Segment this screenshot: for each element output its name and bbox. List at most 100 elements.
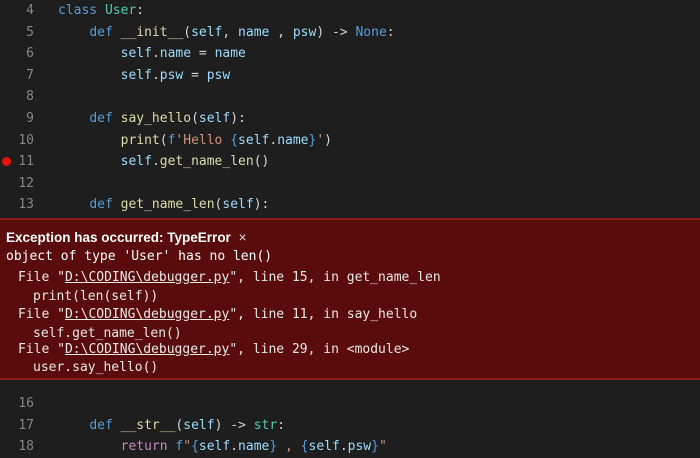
line-gutter[interactable]: 5 [0, 22, 46, 44]
code-token: def [89, 110, 121, 126]
line-number: 5 [26, 24, 34, 40]
line-gutter[interactable]: 7 [0, 65, 46, 87]
trace-file-link[interactable]: D:\CODING\debugger.py [65, 342, 229, 357]
code-token: } [269, 439, 278, 455]
code-token: ) -> [316, 24, 356, 40]
code-token: self [120, 67, 152, 83]
code-text: class User: [58, 0, 144, 22]
line-number: 7 [26, 67, 34, 83]
close-icon[interactable]: × [239, 230, 247, 245]
line-gutter[interactable]: 11 [0, 151, 46, 173]
code-text: print(f'Hello {self.name}') [58, 130, 332, 152]
code-token: self [198, 439, 231, 455]
line-gutter[interactable]: 13 [0, 194, 46, 216]
code-token: User [104, 3, 137, 18]
code-token: str [253, 417, 278, 433]
code-token: name [214, 46, 246, 62]
code-token: " [183, 439, 192, 455]
exception-title: Exception has occurred: TypeError × [6, 230, 246, 245]
code-line[interactable]: 7 self.psw = psw [0, 65, 700, 87]
trace-frame-1: File "D:\CODING\debugger.py", line 15, i… [18, 270, 441, 285]
code-token: { [300, 439, 309, 455]
code-token: . [339, 439, 348, 455]
code-editor-lower[interactable]: 16 17 def __str__(self) -> str: 18 return … [0, 393, 700, 458]
line-gutter[interactable]: 4 [0, 0, 46, 22]
code-text: def __init__(self, name , psw) -> None: [58, 22, 395, 44]
code-token: psw [347, 439, 372, 455]
code-line[interactable]: 4 class User: [0, 0, 700, 22]
line-number: 17 [18, 417, 34, 433]
code-token: = [191, 46, 215, 62]
line-number: 8 [26, 89, 34, 105]
code-text: return f"{self.name} , {self.psw}" [58, 436, 387, 458]
trace-suffix: ", line 15, in get_name_len [229, 270, 441, 285]
code-token: None [355, 24, 387, 40]
breakpoint-icon[interactable] [2, 157, 11, 167]
code-token: name [277, 132, 309, 148]
line-gutter[interactable]: 8 [0, 86, 46, 108]
code-token: self [191, 24, 223, 40]
code-token: ( [191, 110, 199, 126]
line-number: 16 [18, 396, 34, 411]
line-gutter[interactable]: 9 [0, 108, 46, 130]
line-number: 18 [18, 439, 34, 455]
code-token: name [159, 46, 192, 62]
line-gutter[interactable]: 10 [0, 130, 46, 152]
trace-suffix: ", line 29, in <module> [229, 342, 410, 357]
code-token: ( [159, 132, 168, 148]
code-token: , [222, 24, 239, 40]
code-token: . [230, 439, 239, 455]
trace-file-link[interactable]: D:\CODING\debugger.py [65, 307, 229, 322]
code-token: } [371, 439, 379, 455]
code-token: get_name_len [120, 197, 215, 213]
trace-code-1: print(len(self)) [33, 289, 159, 304]
code-token: __str__ [120, 417, 176, 433]
trace-suffix: ", line 11, in say_hello [229, 307, 418, 322]
code-text: self.get_name_len() [58, 151, 270, 173]
code-line[interactable]: 10 print(f'Hello {self.name}') [0, 130, 700, 152]
code-line[interactable]: 11 self.get_name_len() [0, 151, 700, 173]
code-token: name [238, 439, 270, 455]
code-line[interactable]: 6 self.name = name [0, 43, 700, 65]
code-token: __init__ [120, 24, 184, 40]
code-token: self [183, 417, 215, 433]
code-line[interactable]: 5 def __init__(self, name , psw) -> None… [0, 22, 700, 44]
code-token: . [269, 132, 278, 148]
code-token: ): [230, 110, 246, 126]
line-gutter[interactable]: 18 [0, 436, 46, 458]
code-line[interactable]: 8 [0, 86, 700, 108]
code-token: def [89, 24, 121, 40]
code-token: : [136, 3, 145, 18]
exception-title-text: Exception has occurred: TypeError [6, 230, 231, 245]
code-line[interactable]: 18 return f"{self.name} , {self.psw}" [0, 436, 700, 458]
code-token: . [151, 154, 160, 170]
code-token: ( [183, 24, 192, 40]
code-token: ' [316, 132, 325, 148]
code-line[interactable]: 13 def get_name_len(self): [0, 194, 700, 216]
exception-widget: Exception has occurred: TypeError × obje… [0, 218, 700, 380]
code-line[interactable]: 9 def say_hello(self): [0, 108, 700, 130]
code-token: ) [324, 132, 332, 148]
code-line[interactable]: 16 [0, 393, 700, 415]
trace-file-link[interactable]: D:\CODING\debugger.py [65, 270, 229, 285]
code-token: say_hello [120, 110, 192, 126]
code-token: self [198, 110, 231, 126]
line-gutter[interactable]: 6 [0, 43, 46, 65]
code-token: return [120, 439, 176, 455]
code-token: . [151, 67, 160, 83]
line-gutter[interactable]: 12 [0, 173, 46, 195]
code-token: () [253, 154, 270, 170]
trace-prefix: File " [18, 307, 65, 322]
code-line[interactable]: 17 def __str__(self) -> str: [0, 415, 700, 437]
code-line[interactable]: 12 [0, 173, 700, 195]
line-gutter[interactable]: 16 [0, 393, 46, 415]
code-token: : [386, 24, 395, 40]
trace-code-2: self.get_name_len() [33, 326, 182, 341]
line-gutter[interactable]: 17 [0, 415, 46, 437]
